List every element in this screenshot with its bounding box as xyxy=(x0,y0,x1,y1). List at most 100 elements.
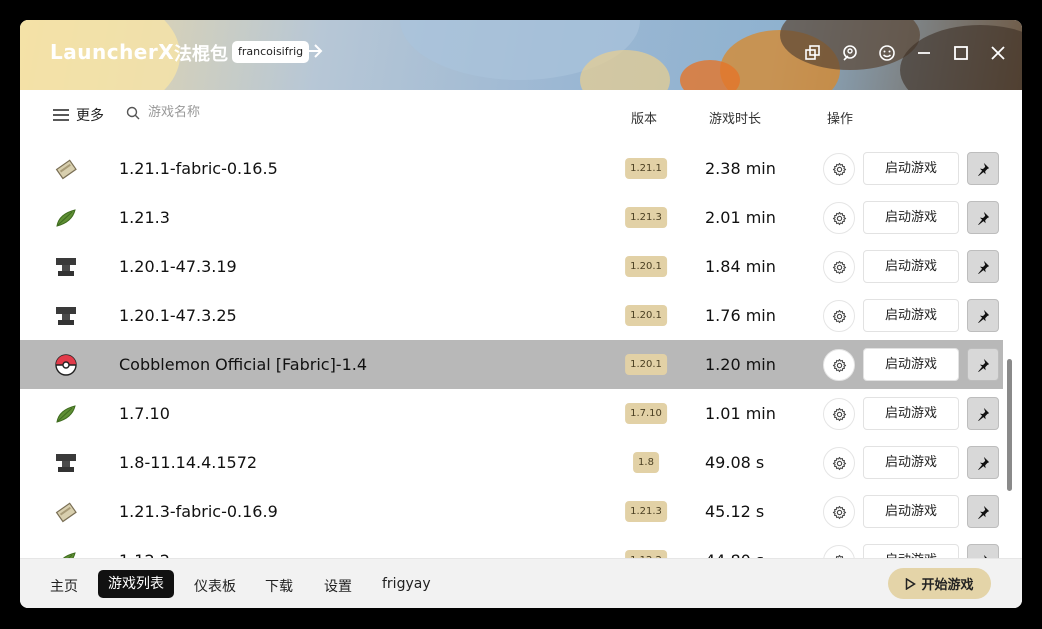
game-name: 1.21.3 xyxy=(119,208,170,227)
launch-game-button[interactable]: 启动游戏 xyxy=(863,495,959,528)
game-row[interactable]: Cobblemon Official [Fabric]-1.4 1.20.1 1.2… xyxy=(20,340,1003,389)
leaf-icon xyxy=(54,549,78,558)
launch-game-button[interactable]: 启动游戏 xyxy=(863,544,959,558)
pin-icon[interactable] xyxy=(967,201,999,234)
anvil-icon xyxy=(54,304,78,328)
pin-icon[interactable] xyxy=(967,348,999,381)
settings-gear-icon[interactable] xyxy=(823,300,855,332)
launch-game-button[interactable]: 启动游戏 xyxy=(863,299,959,332)
settings-gear-icon[interactable] xyxy=(823,202,855,234)
minimize-icon[interactable] xyxy=(907,40,940,66)
pin-icon[interactable] xyxy=(967,446,999,479)
feedback-smile-icon[interactable] xyxy=(870,40,903,66)
game-name: Cobblemon Official [Fabric]-1.4 xyxy=(119,355,368,374)
more-label: 更多 xyxy=(76,108,104,124)
launch-game-button[interactable]: 启动游戏 xyxy=(863,250,959,283)
version-badge: 1.20.1 xyxy=(625,256,667,277)
launch-game-button[interactable]: 启动游戏 xyxy=(863,152,959,185)
settings-gear-icon[interactable] xyxy=(823,251,855,283)
game-name: 1.12.2 xyxy=(119,551,170,558)
leaf-icon xyxy=(54,206,78,230)
game-row[interactable]: 1.21.3-fabric-0.16.9 1.21.3 45.12 s 启动游戏 xyxy=(20,487,1003,536)
nav-home[interactable]: 主页 xyxy=(50,576,78,596)
version-badge: 1.7.10 xyxy=(625,403,667,424)
list-header: 更多 版本 游戏时长 操作 xyxy=(20,90,1022,142)
playtime: 49.08 s xyxy=(705,453,765,472)
playtime: 1.76 min xyxy=(705,306,776,325)
game-name: 1.20.1-47.3.25 xyxy=(119,306,237,325)
app-brand: LauncherX xyxy=(50,40,175,64)
game-list: 1.21.1-fabric-0.16.5 1.21.1 2.38 min 启动游戏 1.… xyxy=(20,142,1005,558)
game-name: 1.20.1-47.3.19 xyxy=(119,257,237,276)
game-row[interactable]: 1.12.2 1.12.2 44.80 s 启动游戏 xyxy=(20,536,1003,558)
scroll-icon xyxy=(54,157,78,181)
game-name: 1.7.10 xyxy=(119,404,170,423)
hamburger-icon xyxy=(53,109,69,121)
scrollbar-thumb[interactable] xyxy=(1007,359,1012,491)
column-header-actions: 操作 xyxy=(827,112,854,127)
game-row[interactable]: 1.21.3 1.21.3 2.01 min 启动游戏 xyxy=(20,193,1003,242)
pin-icon[interactable] xyxy=(967,250,999,283)
leaf-icon xyxy=(54,402,78,426)
settings-gear-icon[interactable] xyxy=(823,349,855,381)
settings-gear-icon[interactable] xyxy=(823,398,855,430)
version-badge: 1.21.3 xyxy=(625,207,667,228)
pin-icon[interactable] xyxy=(967,152,999,185)
nav-user[interactable]: frigyay xyxy=(382,576,431,592)
nav-download[interactable]: 下载 xyxy=(265,576,293,596)
game-row[interactable]: 1.20.1-47.3.25 1.20.1 1.76 min 启动游戏 xyxy=(20,291,1003,340)
start-game-label: 开始游戏 xyxy=(921,578,974,593)
settings-gear-icon[interactable] xyxy=(823,496,855,528)
game-row[interactable]: 1.8-11.14.4.1572 1.8 49.08 s 启动游戏 xyxy=(20,438,1003,487)
version-badge: 1.20.1 xyxy=(625,305,667,326)
multi-window-icon[interactable] xyxy=(796,40,829,66)
game-name: 1.21.3-fabric-0.16.9 xyxy=(119,502,278,521)
launch-game-button[interactable]: 启动游戏 xyxy=(863,397,959,430)
playtime: 2.38 min xyxy=(705,159,776,178)
maximize-icon[interactable] xyxy=(944,40,977,66)
version-badge: 1.8 xyxy=(633,452,659,473)
version-badge: 1.12.2 xyxy=(625,550,667,558)
anvil-icon xyxy=(54,451,78,475)
launch-game-button[interactable]: 启动游戏 xyxy=(863,201,959,234)
game-row[interactable]: 1.7.10 1.7.10 1.01 min 启动游戏 xyxy=(20,389,1003,438)
game-row[interactable]: 1.21.1-fabric-0.16.5 1.21.1 2.38 min 启动游戏 xyxy=(20,144,1003,193)
nav-dashboard[interactable]: 仪表板 xyxy=(194,576,236,596)
game-row[interactable]: 1.20.1-47.3.19 1.20.1 1.84 min 启动游戏 xyxy=(20,242,1003,291)
pin-icon[interactable] xyxy=(967,495,999,528)
title-banner: LauncherX 法棍包 francoisifrig xyxy=(20,20,1022,90)
nav-settings[interactable]: 设置 xyxy=(324,576,352,596)
arrow-right-icon[interactable] xyxy=(306,41,324,61)
scroll-icon xyxy=(54,500,78,524)
more-menu-button[interactable]: 更多 xyxy=(52,105,104,125)
anvil-icon xyxy=(54,255,78,279)
settings-gear-icon[interactable] xyxy=(823,447,855,479)
pokeball-icon xyxy=(54,353,78,377)
version-badge: 1.21.1 xyxy=(625,158,667,179)
playtime: 2.01 min xyxy=(705,208,776,227)
column-header-playtime: 游戏时长 xyxy=(709,112,762,127)
pin-icon[interactable] xyxy=(967,299,999,332)
launcher-window: LauncherX 法棍包 francoisifrig 更多 游戏名称 版本 游… xyxy=(20,20,1022,608)
launch-game-button[interactable]: 启动游戏 xyxy=(863,348,959,381)
game-name: 1.8-11.14.4.1572 xyxy=(119,453,258,472)
playtime: 44.80 s xyxy=(705,551,764,558)
user-badge[interactable]: francoisifrig xyxy=(232,41,310,63)
close-icon[interactable] xyxy=(981,40,1014,66)
search-input[interactable] xyxy=(148,105,368,120)
pin-icon[interactable] xyxy=(967,544,999,558)
playtime: 1.20 min xyxy=(705,355,776,374)
account-switch-icon[interactable] xyxy=(833,40,866,66)
playtime: 45.12 s xyxy=(705,502,765,521)
launch-game-button[interactable]: 启动游戏 xyxy=(863,446,959,479)
pin-icon[interactable] xyxy=(967,397,999,430)
nav-game-list[interactable]: 游戏列表 xyxy=(98,570,174,598)
start-game-button[interactable]: 开始游戏 xyxy=(888,568,991,599)
version-badge: 1.21.3 xyxy=(625,501,667,522)
game-name: 1.21.1-fabric-0.16.5 xyxy=(119,159,278,178)
settings-gear-icon[interactable] xyxy=(823,545,855,558)
user-name[interactable]: 法棍包 xyxy=(174,40,228,66)
search-box[interactable] xyxy=(126,105,368,120)
settings-gear-icon[interactable] xyxy=(823,153,855,185)
play-icon xyxy=(906,577,917,590)
